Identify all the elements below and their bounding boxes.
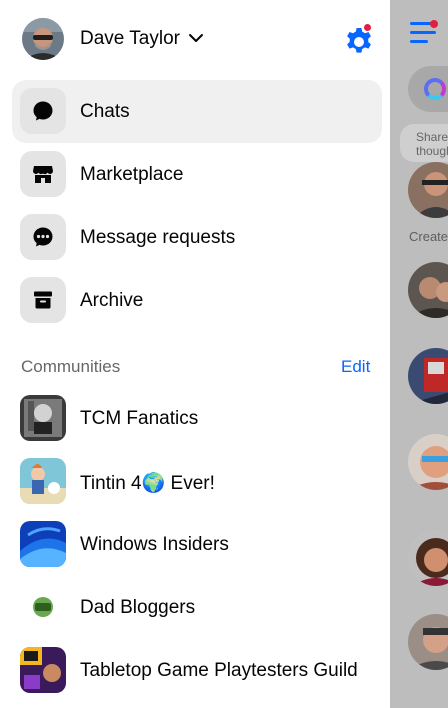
story-avatar[interactable] <box>408 162 448 218</box>
storefront-icon <box>33 166 53 183</box>
nav-tile <box>20 88 66 134</box>
nav-tile <box>20 277 66 323</box>
community-label: TCM Fanatics <box>80 408 199 429</box>
communities-edit-button[interactable]: Edit <box>341 357 370 377</box>
profile-avatar[interactable] <box>22 18 64 60</box>
chevron-down-icon[interactable] <box>188 32 204 44</box>
notification-dot <box>430 20 438 28</box>
share-thought-bubble[interactable]: Share thought <box>400 124 448 162</box>
nav-tile <box>20 214 66 260</box>
navigation-drawer: Dave Taylor Chats Marketplace Message re… <box>0 0 390 708</box>
nav-item-archive[interactable]: Archive <box>12 269 382 332</box>
community-label: Tintin 4🌍 Ever! <box>80 473 215 494</box>
archive-box-icon <box>34 291 52 309</box>
nav-item-label: Archive <box>80 290 144 311</box>
chat-bubble-icon <box>33 101 53 121</box>
settings-badge-dot <box>363 23 372 32</box>
community-thumbnail <box>20 395 66 441</box>
chat-avatar[interactable] <box>408 348 448 404</box>
community-thumbnail <box>20 521 66 567</box>
nav-item-label: Chats <box>80 101 130 122</box>
create-label: Create <box>409 229 448 244</box>
community-item-tintin[interactable]: Tintin 4🌍 Ever! <box>12 450 382 513</box>
community-item-dad-bloggers[interactable]: Dad Bloggers <box>12 576 382 639</box>
community-thumbnail <box>20 647 66 693</box>
chat-avatar[interactable] <box>408 434 448 490</box>
nav-item-marketplace[interactable]: Marketplace <box>12 143 382 206</box>
meta-ai-icon <box>424 78 446 100</box>
community-thumbnail <box>20 458 66 504</box>
communities-section-title: Communities <box>21 357 121 376</box>
community-item-tabletop-game-playtesters[interactable]: Tabletop Game Playtesters Guild <box>12 639 382 702</box>
community-thumbnail <box>20 584 66 630</box>
nav-item-label: Marketplace <box>80 164 184 185</box>
community-label: Windows Insiders <box>80 534 229 555</box>
community-label: Tabletop Game Playtesters Guild <box>80 660 358 681</box>
chat-avatar[interactable] <box>408 530 448 586</box>
background-chats-pane[interactable]: Share thought Create <box>390 0 448 708</box>
community-item-windows-insiders[interactable]: Windows Insiders <box>12 513 382 576</box>
nav-item-label: Message requests <box>80 227 236 248</box>
chat-avatar[interactable] <box>408 262 448 318</box>
community-item-tcm-fanatics[interactable]: TCM Fanatics <box>12 387 382 450</box>
nav-item-chats[interactable]: Chats <box>12 80 382 143</box>
nav-tile <box>20 151 66 197</box>
profile-name[interactable]: Dave Taylor <box>80 28 180 50</box>
community-label: Dad Bloggers <box>80 597 196 618</box>
profile-header: Dave Taylor <box>0 0 390 80</box>
nav-item-message-requests[interactable]: Message requests <box>12 206 382 269</box>
chat-avatar[interactable] <box>408 614 448 670</box>
message-requests-icon <box>33 227 53 247</box>
